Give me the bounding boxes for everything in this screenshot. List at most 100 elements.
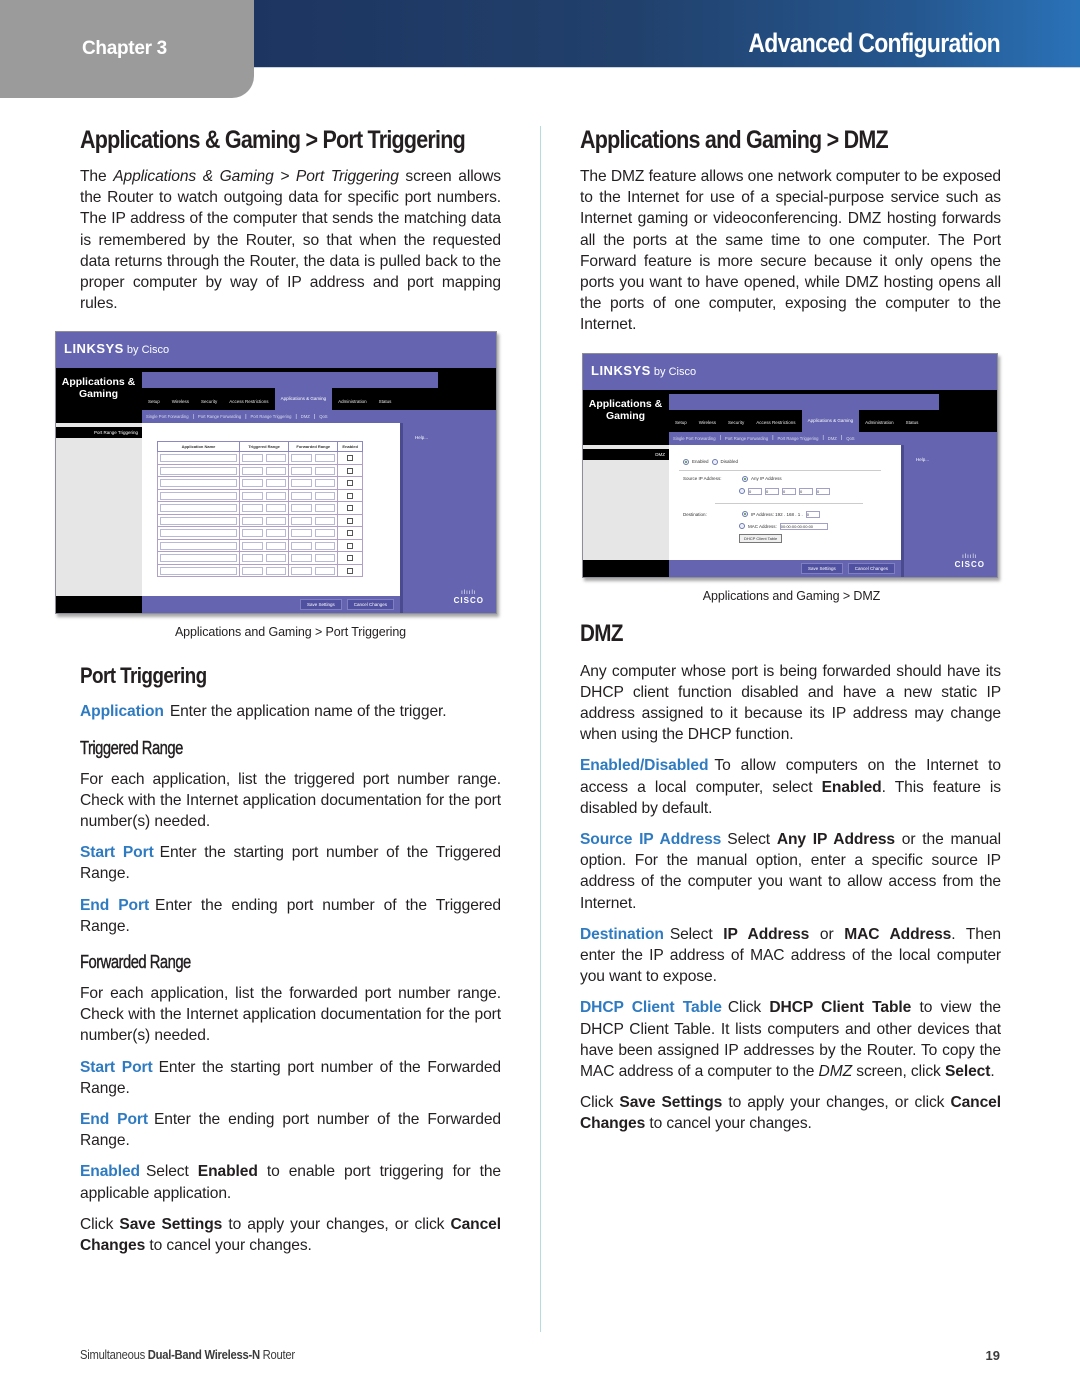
triggered-end-input[interactable] [265, 466, 287, 475]
application-name-input[interactable] [160, 479, 237, 488]
help-link[interactable]: Help... [916, 457, 929, 462]
forwarded-end-input[interactable] [314, 466, 336, 475]
mac-address-input[interactable]: 00:00:00:00:00:00 [779, 522, 828, 530]
disabled-radio[interactable] [711, 458, 718, 465]
subtab-single-port-forwarding[interactable]: Single Port Forwarding [142, 414, 193, 419]
subtab-dmz[interactable]: DMZ [297, 414, 314, 419]
triggered-start-input[interactable] [242, 454, 263, 463]
save-settings-button[interactable]: Save Settings [299, 599, 342, 611]
save-settings-button[interactable]: Save Settings [800, 562, 843, 574]
triggered-start-input[interactable] [242, 504, 263, 513]
triggered-start-input[interactable] [242, 566, 263, 575]
triggered-start-input[interactable] [242, 529, 263, 538]
subtab-dmz[interactable]: DMZ [824, 436, 841, 441]
source-ip-octet[interactable]: 0 [748, 487, 762, 495]
ip-address-radio[interactable] [742, 511, 748, 518]
source-ip-octet-end[interactable]: 0 [816, 487, 830, 495]
triggered-start-input[interactable] [242, 466, 263, 475]
enabled-checkbox[interactable] [347, 505, 354, 512]
enabled-checkbox[interactable] [347, 492, 354, 499]
forwarded-start-input[interactable] [291, 541, 312, 550]
source-ip-octet[interactable]: 0 [799, 487, 813, 495]
triggered-end-input[interactable] [265, 541, 287, 550]
tab-administration[interactable]: Administration [859, 420, 900, 425]
dhcp-client-table-button[interactable]: DHCP Client Table [739, 533, 783, 543]
cancel-changes-button[interactable]: Cancel Changes [847, 562, 895, 574]
ip-last-octet-input[interactable]: 0 [805, 510, 820, 518]
mac-address-radio[interactable] [739, 523, 745, 530]
subtab-port-range-triggering[interactable]: Port Range Triggering [774, 436, 823, 441]
tab-wireless[interactable]: Wireless [693, 420, 722, 425]
enabled-checkbox[interactable] [347, 567, 354, 574]
application-name-input[interactable] [160, 504, 237, 513]
tab-status[interactable]: Status [373, 399, 398, 404]
subtab-single-port-forwarding[interactable]: Single Port Forwarding [669, 436, 720, 441]
forwarded-end-input[interactable] [314, 516, 336, 525]
enabled-checkbox[interactable] [347, 542, 354, 549]
cancel-changes-button[interactable]: Cancel Changes [346, 599, 394, 611]
tab-security[interactable]: Security [722, 420, 750, 425]
triggered-end-input[interactable] [265, 504, 287, 513]
forwarded-end-input[interactable] [314, 529, 336, 538]
subtab-port-range-forwarding[interactable]: Port Range Forwarding [194, 414, 245, 419]
forwarded-start-input[interactable] [291, 466, 312, 475]
application-name-input[interactable] [160, 491, 237, 500]
forwarded-end-input[interactable] [314, 454, 336, 463]
application-name-input[interactable] [160, 516, 237, 525]
subtab-qos[interactable]: QoS [842, 436, 858, 441]
tab-wireless[interactable]: Wireless [166, 399, 195, 404]
any-ip-radio[interactable] [742, 475, 748, 482]
forwarded-start-input[interactable] [291, 529, 312, 538]
triggered-start-input[interactable] [242, 554, 263, 563]
forwarded-start-input[interactable] [291, 454, 312, 463]
source-ip-octet[interactable]: 0 [782, 487, 796, 495]
forwarded-end-input[interactable] [314, 554, 336, 563]
application-name-input[interactable] [160, 541, 237, 550]
enabled-checkbox[interactable] [347, 480, 354, 487]
triggered-end-input[interactable] [265, 516, 287, 525]
tab-setup[interactable]: Setup [669, 420, 693, 425]
forwarded-end-input[interactable] [314, 479, 336, 488]
enabled-checkbox[interactable] [347, 555, 354, 562]
tab-administration[interactable]: Administration [332, 399, 373, 404]
enabled-checkbox[interactable] [347, 530, 354, 537]
triggered-end-input[interactable] [265, 454, 287, 463]
triggered-end-input[interactable] [265, 529, 287, 538]
enabled-radio[interactable] [683, 458, 689, 465]
triggered-start-input[interactable] [242, 479, 263, 488]
forwarded-end-input[interactable] [314, 566, 336, 575]
forwarded-start-input[interactable] [291, 479, 312, 488]
help-link[interactable]: Help... [415, 435, 428, 440]
tab-access-restrictions[interactable]: Access Restrictions [223, 399, 274, 404]
enabled-checkbox[interactable] [347, 467, 354, 474]
tab-applications-gaming[interactable]: Applications & Gaming [801, 409, 860, 432]
subtab-port-range-triggering[interactable]: Port Range Triggering [247, 414, 296, 419]
tab-status[interactable]: Status [900, 420, 925, 425]
triggered-end-input[interactable] [265, 566, 287, 575]
manual-ip-radio[interactable] [739, 488, 745, 495]
tab-access-restrictions[interactable]: Access Restrictions [750, 420, 801, 425]
application-name-input[interactable] [160, 466, 237, 475]
tab-security[interactable]: Security [195, 399, 223, 404]
application-name-input[interactable] [160, 554, 237, 563]
application-name-input[interactable] [160, 566, 237, 575]
application-name-input[interactable] [160, 454, 237, 463]
enabled-checkbox[interactable] [347, 455, 354, 462]
source-ip-octet[interactable]: 0 [765, 487, 779, 495]
application-name-input[interactable] [160, 529, 237, 538]
forwarded-start-input[interactable] [291, 516, 312, 525]
enabled-checkbox[interactable] [347, 517, 354, 524]
tab-setup[interactable]: Setup [142, 399, 166, 404]
subtab-qos[interactable]: QoS [315, 414, 331, 419]
forwarded-start-input[interactable] [291, 504, 312, 513]
triggered-end-input[interactable] [265, 491, 287, 500]
forwarded-end-input[interactable] [314, 541, 336, 550]
triggered-start-input[interactable] [242, 516, 263, 525]
forwarded-start-input[interactable] [291, 554, 312, 563]
forwarded-start-input[interactable] [291, 491, 312, 500]
forwarded-end-input[interactable] [314, 504, 336, 513]
subtab-port-range-forwarding[interactable]: Port Range Forwarding [721, 436, 772, 441]
triggered-end-input[interactable] [265, 479, 287, 488]
triggered-start-input[interactable] [242, 491, 263, 500]
tab-applications-gaming[interactable]: Applications & Gaming [274, 388, 333, 411]
